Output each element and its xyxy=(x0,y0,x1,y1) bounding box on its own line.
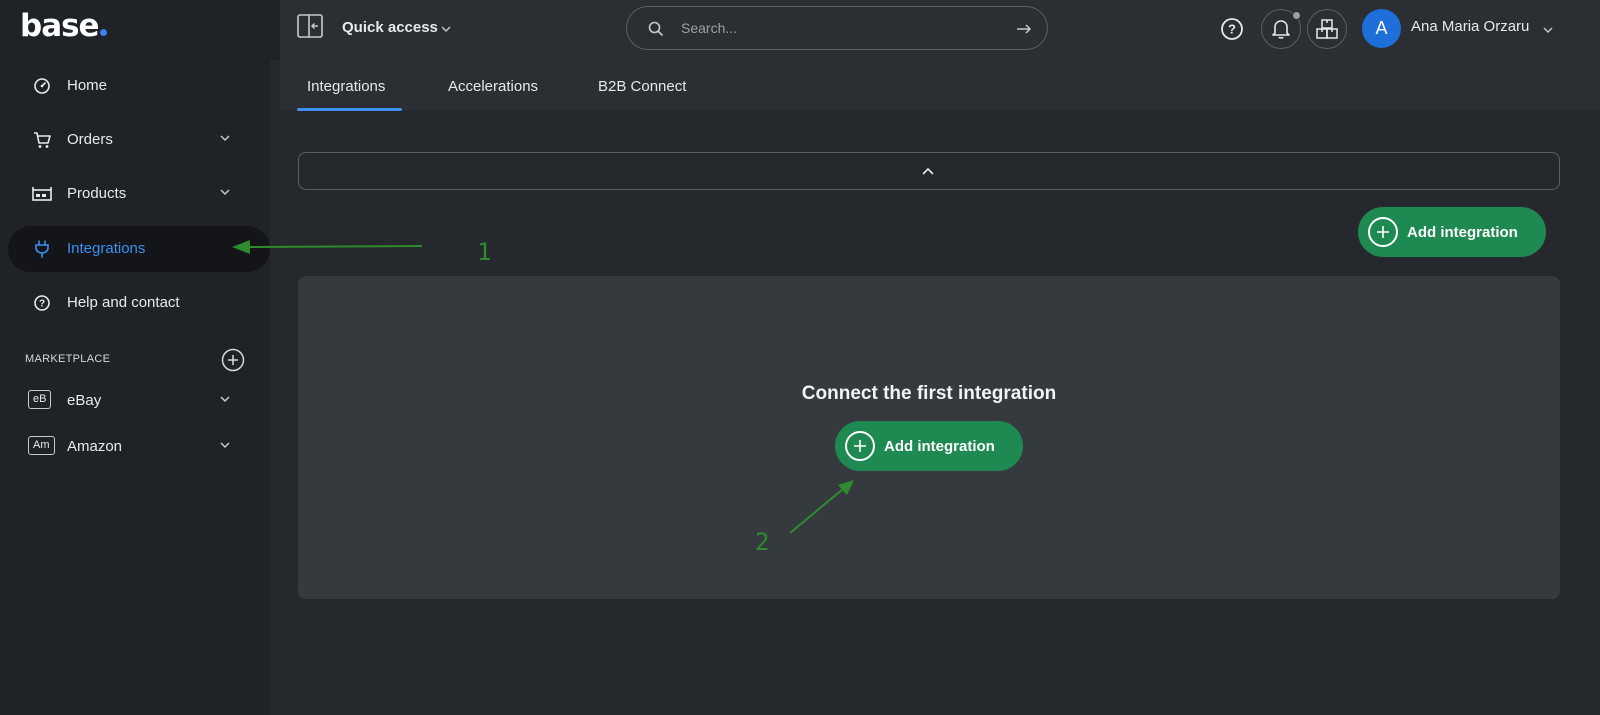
annotation-arrows xyxy=(232,240,854,534)
annotation-label-1: 1 xyxy=(477,238,492,266)
annotation-label-2: 2 xyxy=(755,528,770,556)
